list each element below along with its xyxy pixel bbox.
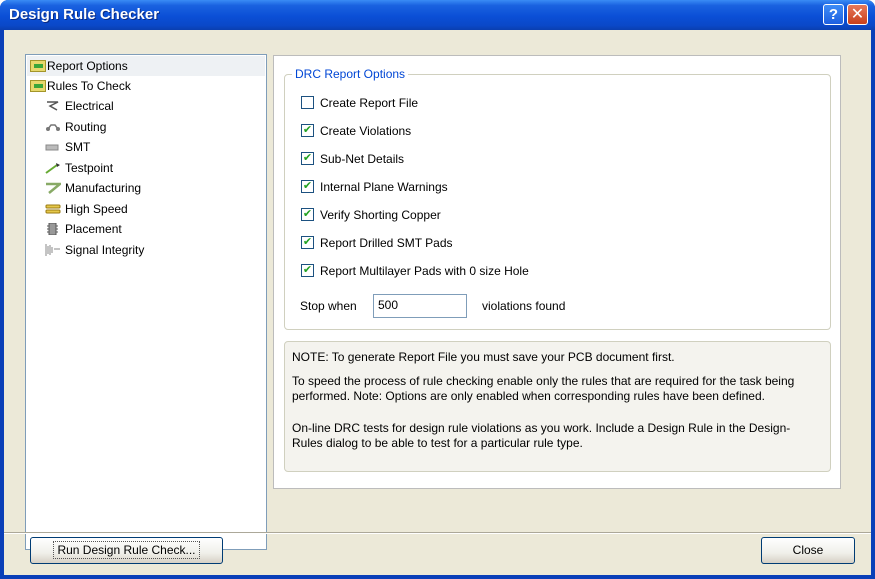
tree-item-label: Signal Integrity — [65, 243, 145, 257]
checkbox-label: Report Multilayer Pads with 0 size Hole — [320, 264, 529, 278]
checkbox-label: Verify Shorting Copper — [320, 208, 441, 222]
tree-item-label: Electrical — [65, 99, 114, 113]
title-bar[interactable]: Design Rule Checker ? ✕ — [0, 0, 875, 30]
checkmark-icon[interactable]: ✔ — [301, 180, 314, 193]
tree-item-label: SMT — [65, 140, 91, 154]
design-rule-checker-window: Design Rule Checker ? ✕ Report Options R… — [0, 0, 875, 579]
close-button[interactable]: Close — [761, 537, 855, 564]
options-tree: Report Options Rules To Check Electrical… — [25, 54, 267, 550]
violation-limit-input[interactable]: 500 — [373, 294, 467, 318]
checkmark-icon[interactable]: ✔ — [301, 124, 314, 137]
tree-item-label: Placement — [65, 222, 122, 236]
stop-when-label: Stop when — [300, 299, 357, 313]
checkmark-icon[interactable]: ✔ — [301, 208, 314, 221]
checkmark-icon[interactable]: ✔ — [301, 152, 314, 165]
tree-item-label: Manufacturing — [65, 181, 142, 195]
testpoint-icon — [45, 163, 60, 174]
electrical-icon — [47, 101, 59, 111]
tree-item-label: Rules To Check — [47, 79, 131, 93]
folder-icon — [30, 60, 46, 72]
checkbox-label: Sub-Net Details — [320, 152, 405, 166]
drc-report-options-group: DRC Report Options Create Report File ✔ … — [284, 67, 831, 330]
options-panel: DRC Report Options Create Report File ✔ … — [273, 55, 841, 489]
tree-item-label: High Speed — [65, 202, 128, 216]
violations-found-label: violations found — [482, 299, 566, 313]
tree-item-label: Testpoint — [65, 161, 114, 175]
button-separator — [4, 532, 871, 534]
group-title: DRC Report Options — [292, 67, 409, 81]
tree-item-report-options[interactable]: Report Options — [27, 56, 265, 76]
checkbox-label: Create Violations — [320, 124, 412, 138]
checkbox-label: Report Drilled SMT Pads — [320, 236, 453, 250]
close-window-button[interactable]: ✕ — [847, 4, 868, 25]
dialog-body: Report Options Rules To Check Electrical… — [4, 30, 871, 575]
checkbox-label: Create Report File — [320, 96, 419, 110]
high-speed-icon — [45, 204, 61, 214]
checkbox-unchecked[interactable] — [301, 96, 314, 109]
smt-icon — [45, 144, 59, 151]
checkmark-icon[interactable]: ✔ — [301, 264, 314, 277]
tree-item-label: Routing — [65, 120, 107, 134]
notes-box: NOTE: To generate Report File you must s… — [284, 341, 831, 472]
manufacturing-icon — [46, 182, 61, 194]
help-button[interactable]: ? — [823, 4, 844, 25]
folder-icon — [30, 80, 46, 92]
placement-icon — [47, 223, 58, 235]
note-speed: To speed the process of rule checking en… — [292, 374, 795, 403]
tree-item-label: Report Options — [47, 59, 128, 73]
window-title: Design Rule Checker — [9, 6, 160, 23]
run-design-rule-check-button[interactable]: Run Design Rule Check... — [30, 537, 223, 564]
signal-integrity-icon — [45, 244, 60, 256]
checkmark-icon[interactable]: ✔ — [301, 236, 314, 249]
checkbox-label: Internal Plane Warnings — [320, 180, 448, 194]
run-button-label: Run Design Rule Check... — [53, 541, 200, 559]
note-online-drc: On-line DRC tests for design rule violat… — [292, 421, 791, 450]
note-save-pcb: NOTE: To generate Report File you must s… — [292, 350, 675, 364]
routing-icon — [46, 124, 60, 131]
